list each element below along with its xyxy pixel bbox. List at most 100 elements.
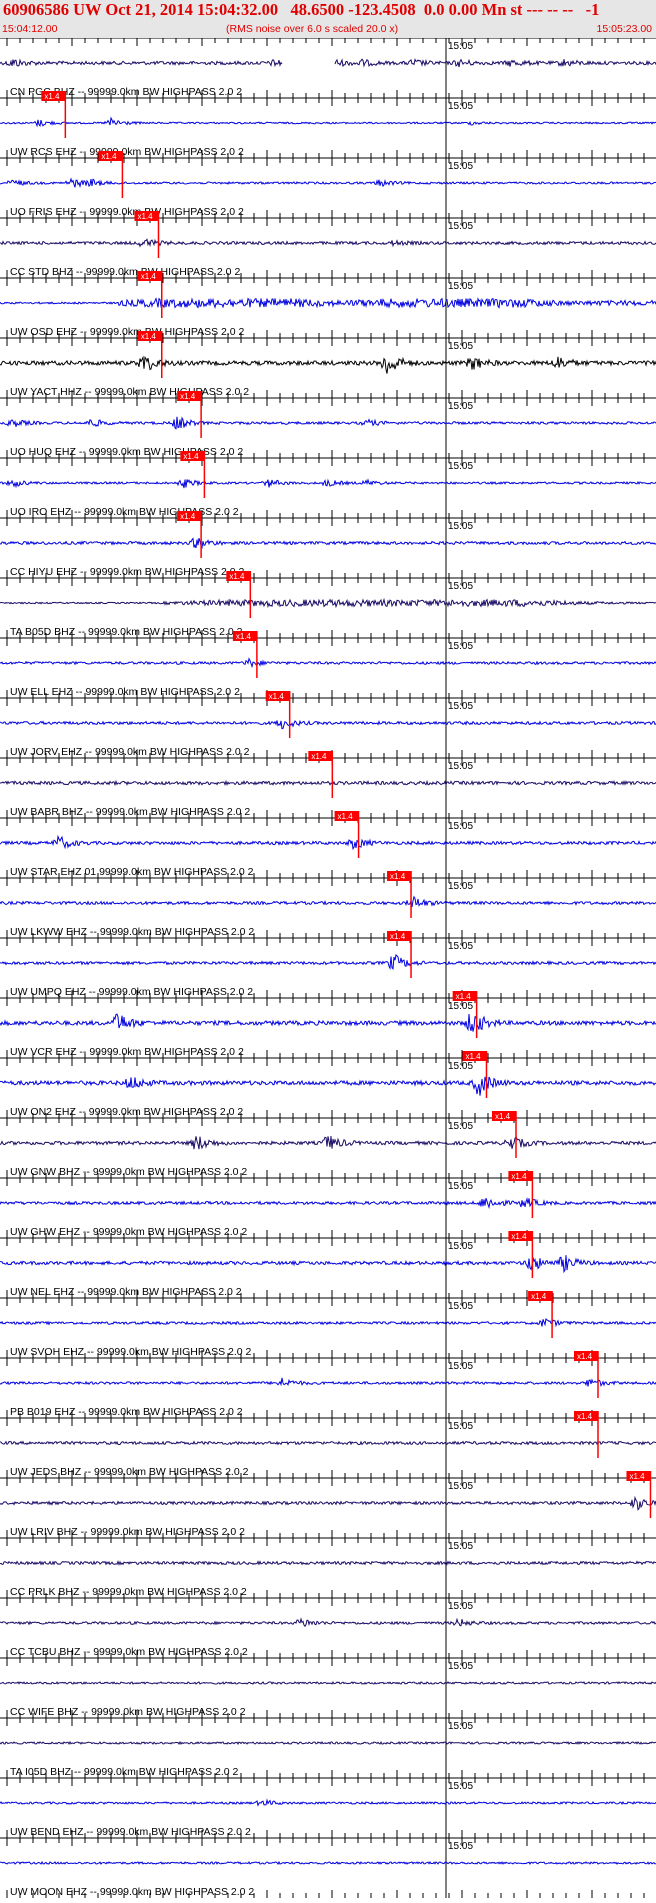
minute-mark-label: 15:05 xyxy=(448,281,473,292)
station-label: UW MOON EHZ -- 99999.0km BW HIGHPASS 2.0… xyxy=(10,1886,254,1898)
station-label: CC TCBU BHZ -- 99999.0km BW HIGHPASS 2.0… xyxy=(10,1646,248,1658)
minute-mark-label: 15:05 xyxy=(448,401,473,412)
waveform-trace xyxy=(0,1440,656,1446)
minute-mark-label: 15:05 xyxy=(448,1481,473,1492)
minute-mark-label: 15:05 xyxy=(448,41,473,52)
pick-marker-label: x1.4 xyxy=(44,92,60,101)
waveform-trace xyxy=(0,719,656,730)
waveform-trace xyxy=(0,1317,656,1328)
station-label: UW JEDS BHZ -- 99999.0km BW HIGHPASS 2.0… xyxy=(10,1466,249,1478)
minute-mark-label: 15:05 xyxy=(448,341,473,352)
station-label: UW GHW EHZ -- 99999.0km BW HIGHPASS 2.0 … xyxy=(10,1226,247,1238)
pick-marker-label: x1.4 xyxy=(531,1292,547,1301)
waveform-trace xyxy=(0,416,656,430)
station-label: UW STAR EHZ 01 99999.0km BW HIGHPASS 2.0… xyxy=(10,866,254,878)
pick-marker-label: x1.4 xyxy=(236,632,252,641)
station-label: TA I05D BHZ -- 99999.0km BW HIGHPASS 2.0… xyxy=(10,1766,239,1778)
pick-marker-label: x1.4 xyxy=(137,212,153,221)
waveform-trace xyxy=(0,597,656,609)
pick-marker-label: x1.4 xyxy=(141,272,157,281)
page-title: 60906586 UW Oct 21, 2014 15:04:32.00 48.… xyxy=(3,0,600,19)
station-label: CC HIYU EHZ -- 99999.0km BW HIGHPASS 2.0… xyxy=(10,566,245,578)
waveform-trace xyxy=(0,1255,656,1274)
pick-marker-label: x1.4 xyxy=(141,332,157,341)
pick-marker-label: x1.4 xyxy=(101,152,117,161)
minute-mark-label: 15:05 xyxy=(448,761,473,772)
minute-mark-label: 15:05 xyxy=(448,1541,473,1552)
start-time-label: 15:04:12.00 xyxy=(2,23,58,35)
waveform-trace xyxy=(0,1495,656,1511)
pick-marker-label: x1.4 xyxy=(183,452,199,461)
waveform-trace xyxy=(0,779,656,787)
minute-mark-label: 15:05 xyxy=(448,1781,473,1792)
waveform-trace xyxy=(0,297,656,309)
waveform-trace xyxy=(0,834,656,851)
station-label: UW UMPQ EHZ -- 99999.0km BW HIGHPASS 2.0… xyxy=(10,986,253,998)
pick-marker-label: x1.4 xyxy=(180,512,196,521)
pick-marker-label: x1.4 xyxy=(577,1352,593,1361)
end-time-label: 15:05:23.00 xyxy=(596,23,652,35)
station-label: UW BEND EHZ -- 99999.0km BW HIGHPASS 2.0… xyxy=(10,1826,251,1838)
waveform-trace xyxy=(0,1617,656,1628)
station-label: TA B05D BHZ -- 99999.0km BW HIGHPASS 2.0… xyxy=(10,626,243,638)
station-label: UW SVOH EHZ -- 99999.0km BW HIGHPASS 2.0… xyxy=(10,1346,252,1358)
pick-marker-label: x1.4 xyxy=(390,932,406,941)
minute-mark-label: 15:05 xyxy=(448,1421,473,1432)
waveform-trace xyxy=(0,478,656,489)
waveform-trace xyxy=(0,1860,656,1866)
minute-mark-label: 15:05 xyxy=(448,161,473,172)
station-label: CC WIFE BHZ -- 99999.0km BW HIGHPASS 2.0… xyxy=(10,1706,246,1718)
minute-mark-label: 15:05 xyxy=(448,641,473,652)
station-label: UW YACT HHZ -- 99999.0km BW HIGHPASS 2.0… xyxy=(10,386,249,398)
minute-mark-label: 15:05 xyxy=(448,521,473,532)
waveform-trace xyxy=(0,1377,656,1388)
station-label: UW ELL EHZ -- 99999.0km BW HIGHPASS 2.0 … xyxy=(10,686,240,698)
waveform-trace xyxy=(0,1740,656,1746)
pick-marker-label: x1.4 xyxy=(229,572,245,581)
pick-marker-label: x1.4 xyxy=(495,1112,511,1121)
minute-mark-label: 15:05 xyxy=(448,461,473,472)
pick-marker-label: x1.4 xyxy=(456,992,472,1001)
station-label: UW VCR EHZ -- 99999.0km BW HIGHPASS 2.0 … xyxy=(10,1046,244,1058)
waveform-trace xyxy=(0,58,656,68)
minute-mark-label: 15:05 xyxy=(448,1661,473,1672)
minute-mark-label: 15:05 xyxy=(448,941,473,952)
waveform-trace xyxy=(0,238,656,248)
minute-mark-label: 15:05 xyxy=(448,1601,473,1612)
pick-marker-label: x1.4 xyxy=(465,1052,481,1061)
seismogram-plot: 15:05 CN PGC BHZ -- 99999.0km BW HIGHPASS… xyxy=(0,37,656,1898)
minute-mark-label: 15:05 xyxy=(448,1721,473,1732)
minute-mark-label: 15:05 xyxy=(448,1361,473,1372)
station-label: UW ON2 EHZ -- 99999.0km BW HIGHPASS 2.0 … xyxy=(10,1106,243,1118)
waveform-trace xyxy=(0,1798,656,1807)
station-label: UW BABR BHZ -- 99999.0km BW HIGHPASS 2.0… xyxy=(10,806,250,818)
station-label: UW OSD EHZ -- 99999.0km BW HIGHPASS 2.0 … xyxy=(10,326,245,338)
station-label: CC PRLK BHZ -- 99999.0km BW HIGHPASS 2.0… xyxy=(10,1586,247,1598)
station-label: CC STD BHZ -- 99999.0km BW HIGHPASS 2.0 … xyxy=(10,266,240,278)
minute-mark-label: 15:05 xyxy=(448,1841,473,1852)
waveform-trace xyxy=(0,657,656,669)
station-label: UW RCS EHZ -- 99999.0km BW HIGHPASS 2.0 … xyxy=(10,146,244,158)
station-label: PB B019 EHZ -- 99999.0km BW HIGHPASS 2.0… xyxy=(10,1406,243,1418)
station-label: UO IRO EHZ -- 99999.0km BW HIGHPASS 2.0 … xyxy=(10,506,239,518)
noise-note-label: (RMS noise over 6.0 s scaled 20.0 x) xyxy=(226,23,399,35)
waveform-trace xyxy=(0,1013,656,1032)
station-label: UW LRIV BHZ -- 99999.0km BW HIGHPASS 2.0… xyxy=(10,1526,245,1538)
station-label: UO FRIS EHZ -- 99999.0km BW HIGHPASS 2.0… xyxy=(10,206,244,218)
minute-mark-label: 15:05 xyxy=(448,1061,473,1072)
waveform-trace xyxy=(0,1197,656,1210)
waveform-trace xyxy=(0,1680,656,1685)
waveform-trace xyxy=(0,895,656,908)
station-label: UO HUQ EHZ -- 99999.0km BW HIGHPASS 2.0 … xyxy=(10,446,243,458)
pick-marker-label: x1.4 xyxy=(269,692,285,701)
waveform-trace xyxy=(0,1135,656,1150)
minute-mark-label: 15:05 xyxy=(448,881,473,892)
pick-marker-label: x1.4 xyxy=(511,1172,527,1181)
minute-mark-label: 15:05 xyxy=(448,581,473,592)
waveform-trace xyxy=(0,177,656,189)
minute-mark-label: 15:05 xyxy=(448,101,473,112)
station-label: UW NEL EHZ -- 99999.0km BW HIGHPASS 2.0 … xyxy=(10,1286,242,1298)
pick-marker-label: x1.4 xyxy=(180,392,196,401)
waveform-trace xyxy=(0,116,656,128)
minute-mark-label: 15:05 xyxy=(448,1121,473,1132)
